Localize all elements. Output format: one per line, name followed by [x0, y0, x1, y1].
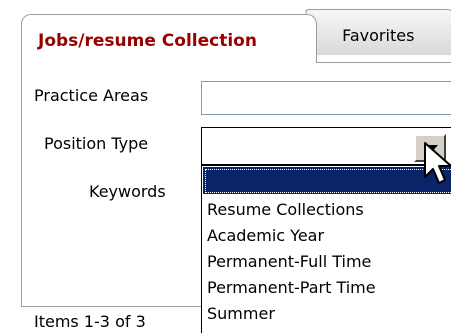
practice-areas-input[interactable]	[201, 81, 451, 115]
tab-jobs-resume-collection[interactable]: Jobs/resume Collection	[21, 14, 317, 63]
dropdown-option-academic-year[interactable]: Academic Year	[207, 226, 324, 245]
tab-favorites-label: Favorites	[342, 26, 415, 45]
practice-areas-label: Practice Areas	[34, 86, 149, 105]
dropdown-option-permanent-full-time[interactable]: Permanent-Full Time	[207, 252, 371, 271]
mouse-pointer-icon	[424, 142, 451, 184]
dropdown-option-resume-collections[interactable]: Resume Collections	[207, 200, 364, 219]
focus-outline	[205, 169, 451, 193]
dropdown-option-permanent-part-time[interactable]: Permanent-Part Time	[207, 278, 376, 297]
dropdown-option-blank[interactable]	[203, 167, 451, 194]
items-count: Items 1-3 of 3	[34, 312, 146, 331]
tab-favorites[interactable]: Favorites	[304, 9, 451, 55]
keywords-label: Keywords	[89, 182, 166, 201]
job-search-form: Favorites Jobs/resume Collection Items 1…	[0, 0, 451, 333]
tab-jobs-resume-collection-label: Jobs/resume Collection	[38, 31, 257, 51]
position-type-dropdown-list[interactable]: Resume Collections Academic Year Permane…	[201, 165, 451, 333]
dropdown-option-summer[interactable]: Summer	[207, 304, 275, 323]
position-type-label: Position Type	[44, 134, 149, 153]
